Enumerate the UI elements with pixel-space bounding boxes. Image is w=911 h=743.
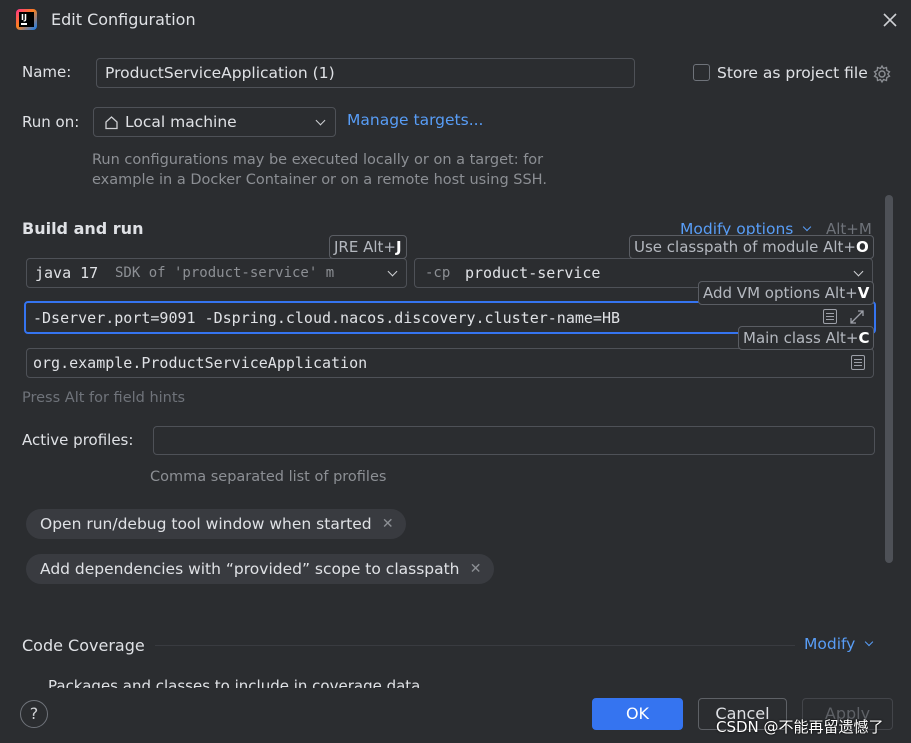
help-button[interactable]: ?	[20, 700, 48, 728]
main-class-field[interactable]: org.example.ProductServiceApplication	[26, 348, 874, 378]
chevron-down-icon	[853, 266, 864, 277]
run-on-label: Run on:	[22, 113, 80, 131]
chevron-down-icon	[315, 115, 326, 126]
gear-icon[interactable]	[872, 64, 892, 84]
chip-open-tool-window[interactable]: Open run/debug tool window when started …	[26, 509, 406, 539]
jre-detail: SDK of 'product-service' m	[115, 265, 335, 281]
store-as-project-file-checkbox[interactable]	[693, 64, 710, 81]
classpath-hint: Use classpath of module Alt+O	[629, 235, 874, 259]
coverage-clip: Packages and classes to include in cover…	[40, 676, 460, 688]
main-class-value: org.example.ProductServiceApplication	[33, 354, 368, 372]
field-hint-text: Press Alt for field hints	[22, 390, 186, 406]
home-icon	[104, 115, 119, 130]
ok-label: OK	[625, 704, 650, 723]
manage-targets-link[interactable]: Manage targets...	[347, 111, 483, 129]
code-coverage-modify-link[interactable]: Modify	[804, 635, 874, 653]
chevron-down-icon	[387, 266, 398, 277]
browse-icon[interactable]	[851, 355, 865, 370]
code-coverage-title: Code Coverage	[22, 636, 145, 655]
watermark: CSDN @不能再留遗憾了	[716, 718, 884, 736]
close-icon[interactable]: ✕	[470, 554, 482, 584]
chip-label: Open run/debug tool window when started	[40, 515, 372, 533]
jre-keyword: java 17	[35, 264, 99, 282]
coverage-partial-text: Packages and classes to include in cover…	[48, 677, 421, 688]
main-class-hint: Main class Alt+C	[738, 326, 875, 350]
help-icon: ?	[29, 704, 39, 723]
active-profiles-label: Active profiles:	[22, 431, 134, 449]
jre-dropdown[interactable]: java 17 SDK of 'product-service' m	[26, 258, 407, 288]
name-field[interactable]: ProductServiceApplication (1)	[96, 58, 635, 88]
run-on-description: Run configurations may be executed local…	[92, 152, 547, 188]
active-profiles-field[interactable]	[153, 426, 875, 455]
run-on-value: Local machine	[125, 113, 237, 131]
section-divider	[155, 645, 795, 646]
modify-label: Modify	[804, 635, 856, 653]
name-label: Name:	[22, 63, 72, 81]
close-icon[interactable]	[881, 11, 899, 29]
name-value: ProductServiceApplication (1)	[105, 64, 335, 82]
vm-options-hint: Add VM options Alt+V	[698, 281, 875, 305]
active-profiles-description: Comma separated list of profiles	[150, 469, 387, 485]
chip-label: Add dependencies with “provided” scope t…	[40, 560, 460, 578]
app-icon: IJ	[16, 9, 37, 30]
classpath-module: product-service	[465, 264, 601, 282]
expand-text-icon[interactable]	[823, 309, 837, 324]
chip-provided-scope[interactable]: Add dependencies with “provided” scope t…	[26, 554, 494, 584]
maximize-icon[interactable]	[848, 308, 866, 326]
build-and-run-title: Build and run	[22, 219, 144, 238]
store-as-project-file-label[interactable]: Store as project file	[717, 64, 868, 82]
classpath-prefix: -cp	[425, 265, 451, 281]
jre-hint: JRE Alt+J	[329, 235, 407, 259]
close-icon[interactable]: ✕	[382, 509, 394, 539]
window-title: Edit Configuration	[51, 10, 196, 29]
chevron-down-icon	[865, 637, 874, 647]
scrollbar-thumb[interactable]	[885, 195, 893, 563]
chevron-down-icon	[803, 222, 812, 232]
vm-options-value: -Dserver.port=9091 -Dspring.cloud.nacos.…	[33, 309, 620, 327]
ok-button[interactable]: OK	[592, 698, 683, 730]
run-on-dropdown[interactable]: Local machine	[93, 107, 336, 137]
